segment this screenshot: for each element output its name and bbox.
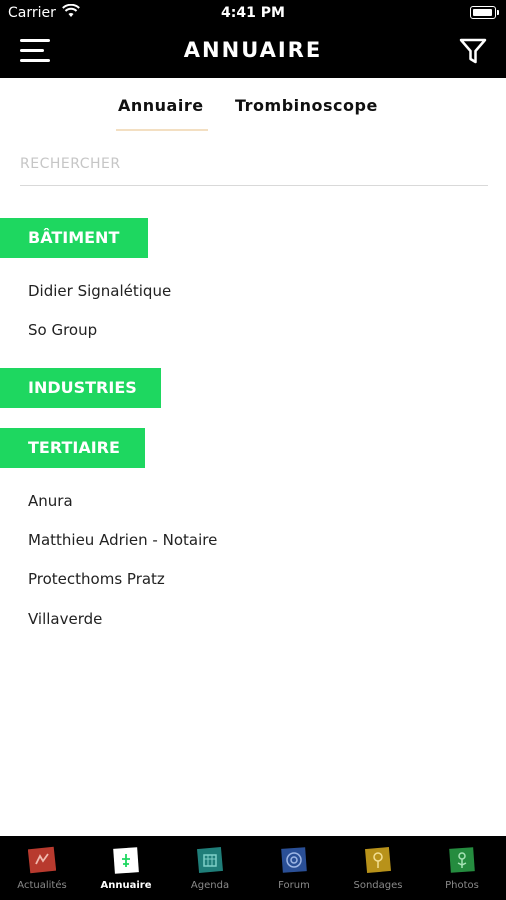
tab-actualites[interactable]: Actualités xyxy=(0,836,84,900)
battery-icon xyxy=(470,6,499,19)
app-header: ANNUAIRE xyxy=(0,26,506,78)
tab-trombinoscope[interactable]: Trombinoscope xyxy=(235,96,378,115)
status-time: 4:41 PM xyxy=(221,5,285,21)
category-tertiaire[interactable]: TERTIAIRE xyxy=(0,428,145,468)
tab-agenda[interactable]: Agenda xyxy=(168,836,252,900)
news-icon xyxy=(28,846,56,874)
tab-label: Forum xyxy=(278,880,310,891)
tab-label: Sondages xyxy=(353,880,403,891)
filter-icon[interactable] xyxy=(458,36,488,66)
search-input[interactable] xyxy=(20,148,488,180)
search-bar xyxy=(20,148,488,186)
bottom-tab-bar: Actualités Annuaire Agenda Forum Sondage… xyxy=(0,836,506,900)
active-tab-indicator xyxy=(116,129,208,131)
tab-label: Photos xyxy=(445,880,479,891)
category-industries[interactable]: INDUSTRIES xyxy=(0,368,161,408)
directory-icon xyxy=(113,847,139,874)
tab-sondages[interactable]: Sondages xyxy=(336,836,420,900)
forum-icon xyxy=(281,847,307,873)
tab-annuaire[interactable]: Annuaire xyxy=(118,96,204,115)
list-item[interactable]: Matthieu Adrien - Notaire xyxy=(28,531,217,549)
list-item[interactable]: So Group xyxy=(28,321,97,339)
poll-icon xyxy=(364,846,392,874)
tab-forum[interactable]: Forum xyxy=(252,836,336,900)
tab-photos[interactable]: Photos xyxy=(420,836,504,900)
list-item[interactable]: Protecthoms Pratz xyxy=(28,570,165,588)
list-item[interactable]: Didier Signalétique xyxy=(28,282,171,300)
photos-icon xyxy=(449,847,475,873)
list-item[interactable]: Anura xyxy=(28,492,73,510)
list-item[interactable]: Villaverde xyxy=(28,610,102,628)
tab-annuaire-bottom[interactable]: Annuaire xyxy=(84,836,168,900)
calendar-icon xyxy=(196,846,224,874)
tab-label: Annuaire xyxy=(100,880,152,891)
tab-label: Actualités xyxy=(17,880,67,891)
page-title: ANNUAIRE xyxy=(183,38,323,62)
category-batiment[interactable]: BÂTIMENT xyxy=(0,218,148,258)
status-bar: Carrier 4:41 PM xyxy=(0,0,506,26)
segment-tabs: Annuaire Trombinoscope xyxy=(0,92,506,134)
tab-label: Agenda xyxy=(190,880,230,891)
